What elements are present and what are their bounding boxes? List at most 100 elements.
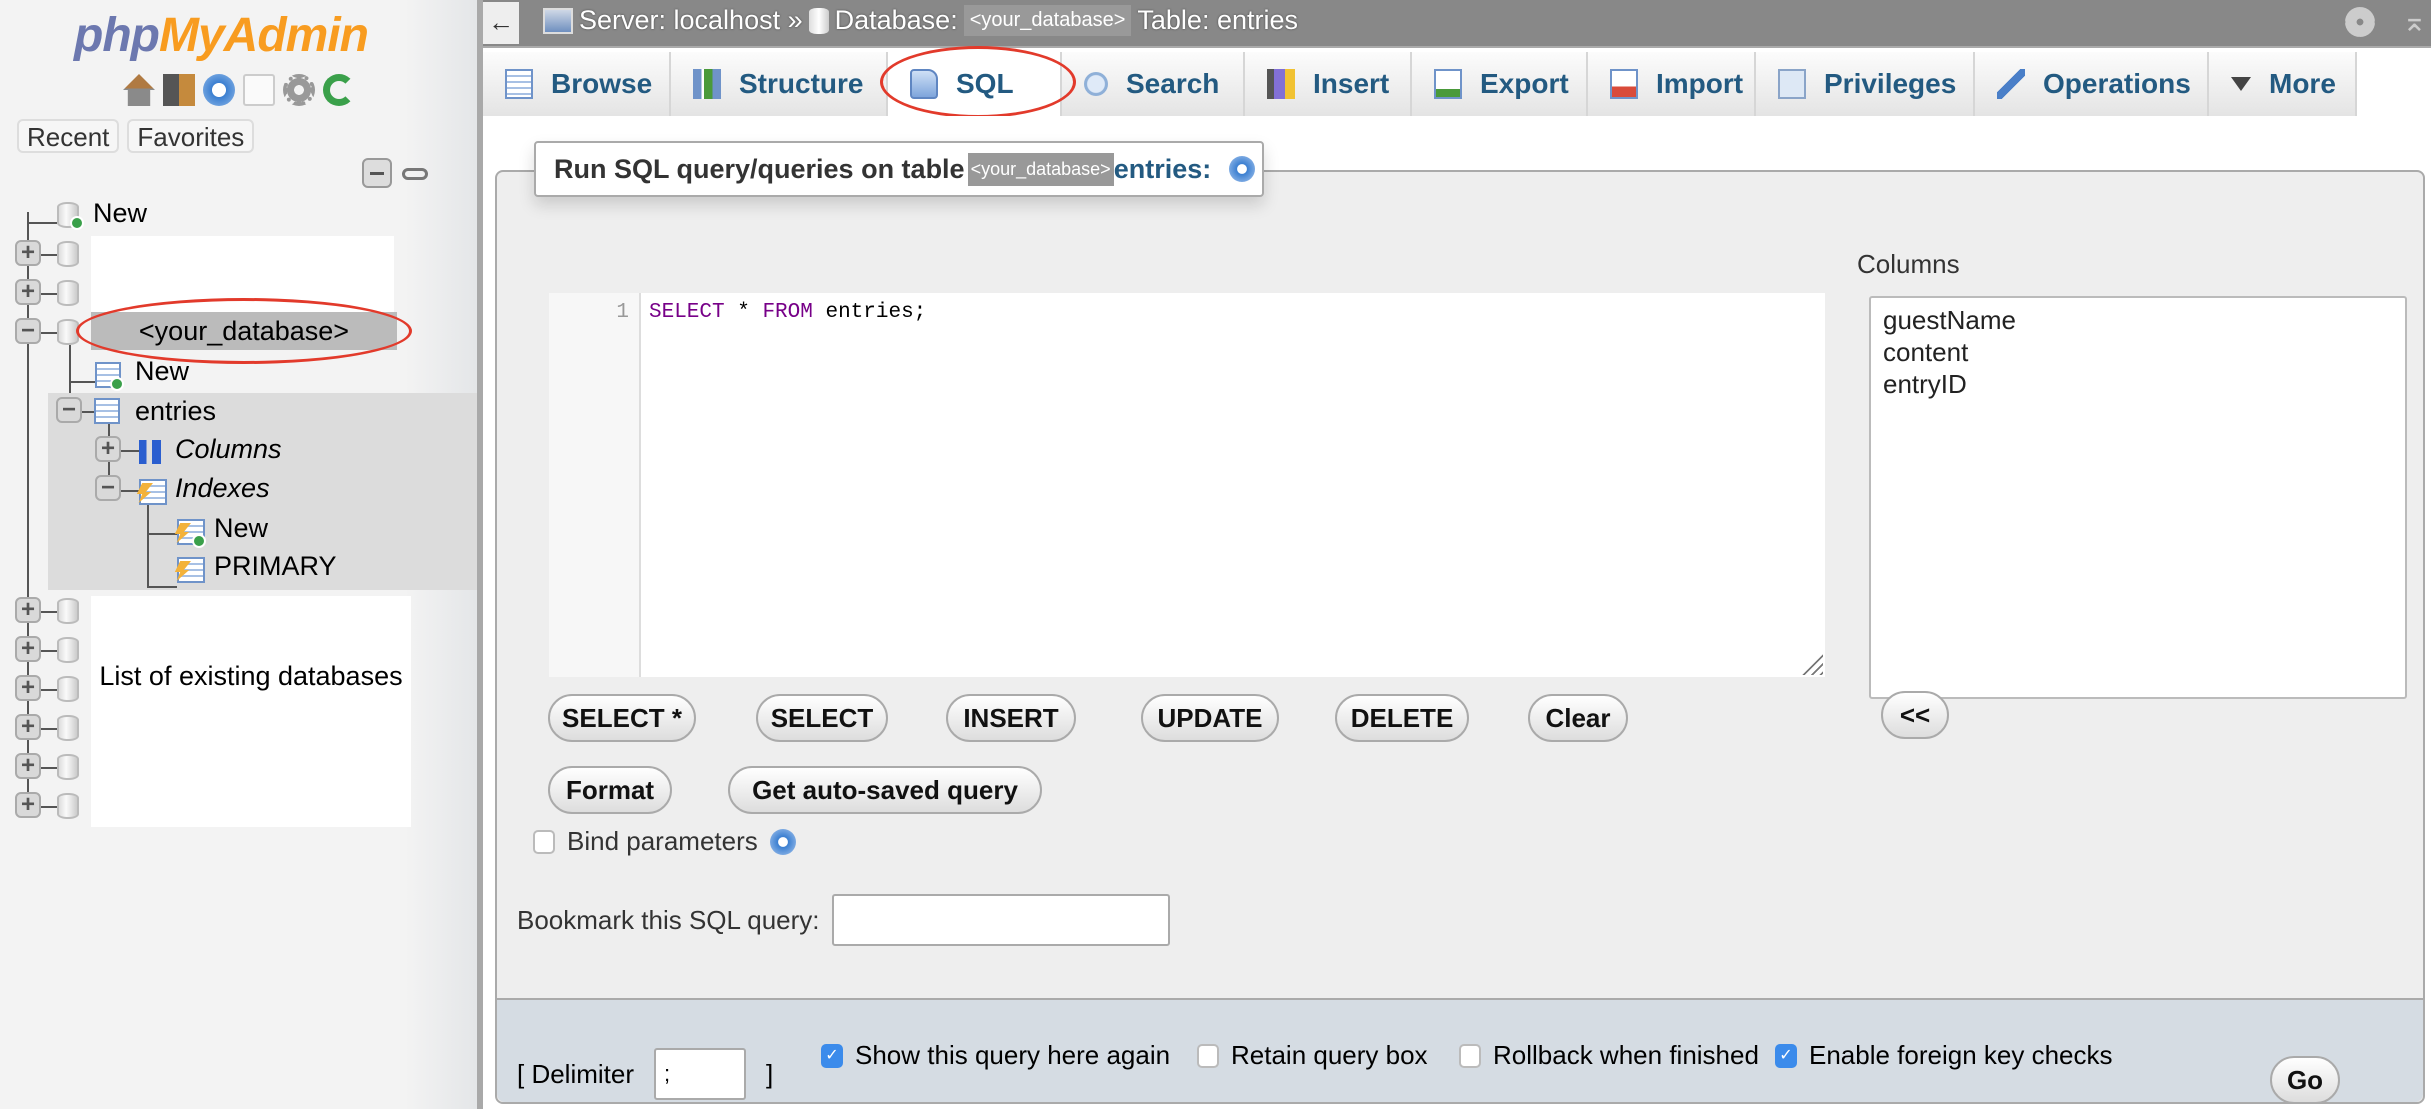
phpmyadmin-logo[interactable]: phpMyAdmin bbox=[74, 8, 369, 63]
tree-line bbox=[27, 222, 57, 224]
tab-label: Structure bbox=[739, 68, 864, 99]
collapse-icon[interactable]: − bbox=[15, 318, 41, 344]
logout-icon[interactable] bbox=[163, 74, 195, 106]
back-arrow-icon[interactable]: ← bbox=[483, 2, 519, 44]
sql-editor[interactable]: 1 SELECT * FROM entries; bbox=[549, 293, 1825, 677]
logo-myadmin-text: MyAdmin bbox=[158, 9, 369, 62]
retain-query-box-option: Retain query box bbox=[1197, 1040, 1428, 1071]
rollback-checkbox[interactable] bbox=[1459, 1043, 1481, 1068]
delimiter-input[interactable] bbox=[654, 1048, 747, 1100]
database-icon bbox=[57, 754, 79, 780]
insert-column-button[interactable]: << bbox=[1881, 691, 1949, 739]
recent-button[interactable]: Recent bbox=[17, 119, 120, 153]
sql-code-line[interactable]: SELECT * FROM entries; bbox=[649, 301, 926, 324]
column-option[interactable]: guestName bbox=[1883, 304, 2393, 336]
foreign-key-checks-checkbox[interactable]: ✓ bbox=[1775, 1043, 1797, 1068]
tab-import[interactable]: Import bbox=[1588, 52, 1756, 116]
home-icon[interactable] bbox=[123, 74, 155, 106]
columns-icon bbox=[139, 440, 161, 464]
export-icon bbox=[1434, 69, 1462, 99]
query-legend: Run SQL query/queries on table <your_dat… bbox=[534, 141, 1264, 197]
breadcrumb-database-name[interactable]: <your_database> bbox=[963, 5, 1132, 36]
expand-icon[interactable]: + bbox=[15, 753, 41, 779]
breadcrumb-server[interactable]: Server: localhost » bbox=[579, 5, 803, 36]
annotation-label: List of existing databases bbox=[99, 661, 403, 691]
collapse-all-icon[interactable] bbox=[362, 158, 392, 188]
tree-line bbox=[41, 254, 57, 256]
expand-icon[interactable]: + bbox=[95, 436, 121, 462]
insert-button[interactable]: INSERT bbox=[946, 694, 1076, 742]
foreign-key-checks-option: ✓ Enable foreign key checks bbox=[1775, 1040, 2113, 1071]
link-with-main-icon[interactable] bbox=[402, 168, 428, 180]
primary-index-link[interactable]: PRIMARY bbox=[214, 551, 337, 582]
resize-grip-icon[interactable] bbox=[1797, 649, 1823, 675]
bookmark-input[interactable] bbox=[831, 894, 1170, 946]
new-index-link[interactable]: New bbox=[214, 513, 268, 544]
expand-icon[interactable]: + bbox=[15, 675, 41, 701]
tab-label: More bbox=[2269, 68, 2336, 99]
select-button[interactable]: SELECT bbox=[756, 694, 888, 742]
go-button[interactable]: Go bbox=[2270, 1056, 2340, 1104]
indexes-node[interactable]: Indexes bbox=[175, 473, 270, 504]
get-autosaved-query-button[interactable]: Get auto-saved query bbox=[728, 766, 1042, 814]
settings-icon[interactable] bbox=[283, 74, 315, 106]
expand-icon[interactable]: + bbox=[15, 792, 41, 818]
delete-button[interactable]: DELETE bbox=[1335, 694, 1469, 742]
line-number: 1 bbox=[616, 301, 629, 324]
update-button[interactable]: UPDATE bbox=[1141, 694, 1279, 742]
tree-line bbox=[147, 586, 177, 588]
help-icon[interactable] bbox=[1229, 156, 1256, 182]
breadcrumb-database-label[interactable]: Database: bbox=[835, 5, 958, 36]
tab-more[interactable]: More bbox=[2209, 52, 2357, 116]
clear-button[interactable]: Clear bbox=[1528, 694, 1628, 742]
tab-label: Operations bbox=[2043, 68, 2191, 99]
favorites-button[interactable]: Favorites bbox=[127, 119, 255, 153]
legend-table-link[interactable]: entries: bbox=[1114, 154, 1212, 185]
expand-icon[interactable]: + bbox=[15, 240, 41, 266]
collapse-header-icon[interactable]: ⌅ bbox=[2402, 4, 2427, 39]
expand-icon[interactable]: + bbox=[15, 636, 41, 662]
tree-line bbox=[41, 728, 57, 730]
search-icon bbox=[1084, 72, 1108, 96]
line-number-gutter: 1 bbox=[549, 293, 641, 677]
show-query-again-checkbox[interactable]: ✓ bbox=[821, 1043, 843, 1068]
delimiter-group: [ Delimiter ] bbox=[517, 1048, 773, 1100]
tab-insert[interactable]: Insert bbox=[1245, 52, 1412, 116]
reload-icon[interactable] bbox=[323, 74, 355, 106]
tab-label: Search bbox=[1126, 68, 1220, 99]
docs-icon[interactable] bbox=[243, 74, 275, 106]
tab-privileges[interactable]: Privileges bbox=[1756, 52, 1975, 116]
legend-text: Run SQL query/queries on table bbox=[554, 153, 965, 184]
bind-parameters-checkbox[interactable] bbox=[533, 829, 555, 854]
tab-operations[interactable]: Operations bbox=[1975, 52, 2209, 116]
bind-parameters-label: Bind parameters bbox=[567, 826, 758, 856]
new-table-link[interactable]: New bbox=[135, 356, 189, 387]
tab-search[interactable]: Search bbox=[1062, 52, 1245, 116]
tab-structure[interactable]: Structure bbox=[671, 52, 888, 116]
index-icon bbox=[177, 557, 205, 583]
tree-line bbox=[69, 381, 95, 383]
tab-export[interactable]: Export bbox=[1412, 52, 1588, 116]
column-option[interactable]: content bbox=[1883, 336, 2393, 368]
help-icon[interactable] bbox=[769, 828, 796, 855]
help-icon[interactable] bbox=[203, 74, 235, 106]
breadcrumb: Server: localhost » Database: <your_data… bbox=[543, 5, 1298, 36]
collapse-icon[interactable]: − bbox=[56, 397, 82, 423]
collapse-icon[interactable]: − bbox=[95, 475, 121, 501]
select-all-button[interactable]: SELECT * bbox=[548, 694, 696, 742]
columns-node[interactable]: Columns bbox=[175, 434, 282, 465]
retain-query-box-checkbox[interactable] bbox=[1197, 1043, 1219, 1068]
tab-browse[interactable]: Browse bbox=[483, 52, 671, 116]
new-database-link[interactable]: New bbox=[93, 198, 147, 229]
expand-icon[interactable]: + bbox=[15, 279, 41, 305]
page-settings-icon[interactable] bbox=[2345, 7, 2375, 37]
column-option[interactable]: entryID bbox=[1883, 368, 2393, 400]
expand-icon[interactable]: + bbox=[15, 597, 41, 623]
columns-listbox[interactable]: guestName content entryID bbox=[1869, 296, 2407, 699]
table-entries-link[interactable]: entries bbox=[135, 396, 216, 427]
expand-icon[interactable]: + bbox=[15, 714, 41, 740]
format-button[interactable]: Format bbox=[548, 766, 672, 814]
logo-php-text: php bbox=[74, 9, 160, 62]
breadcrumb-table[interactable]: Table: entries bbox=[1137, 5, 1298, 36]
database-icon bbox=[57, 715, 79, 741]
